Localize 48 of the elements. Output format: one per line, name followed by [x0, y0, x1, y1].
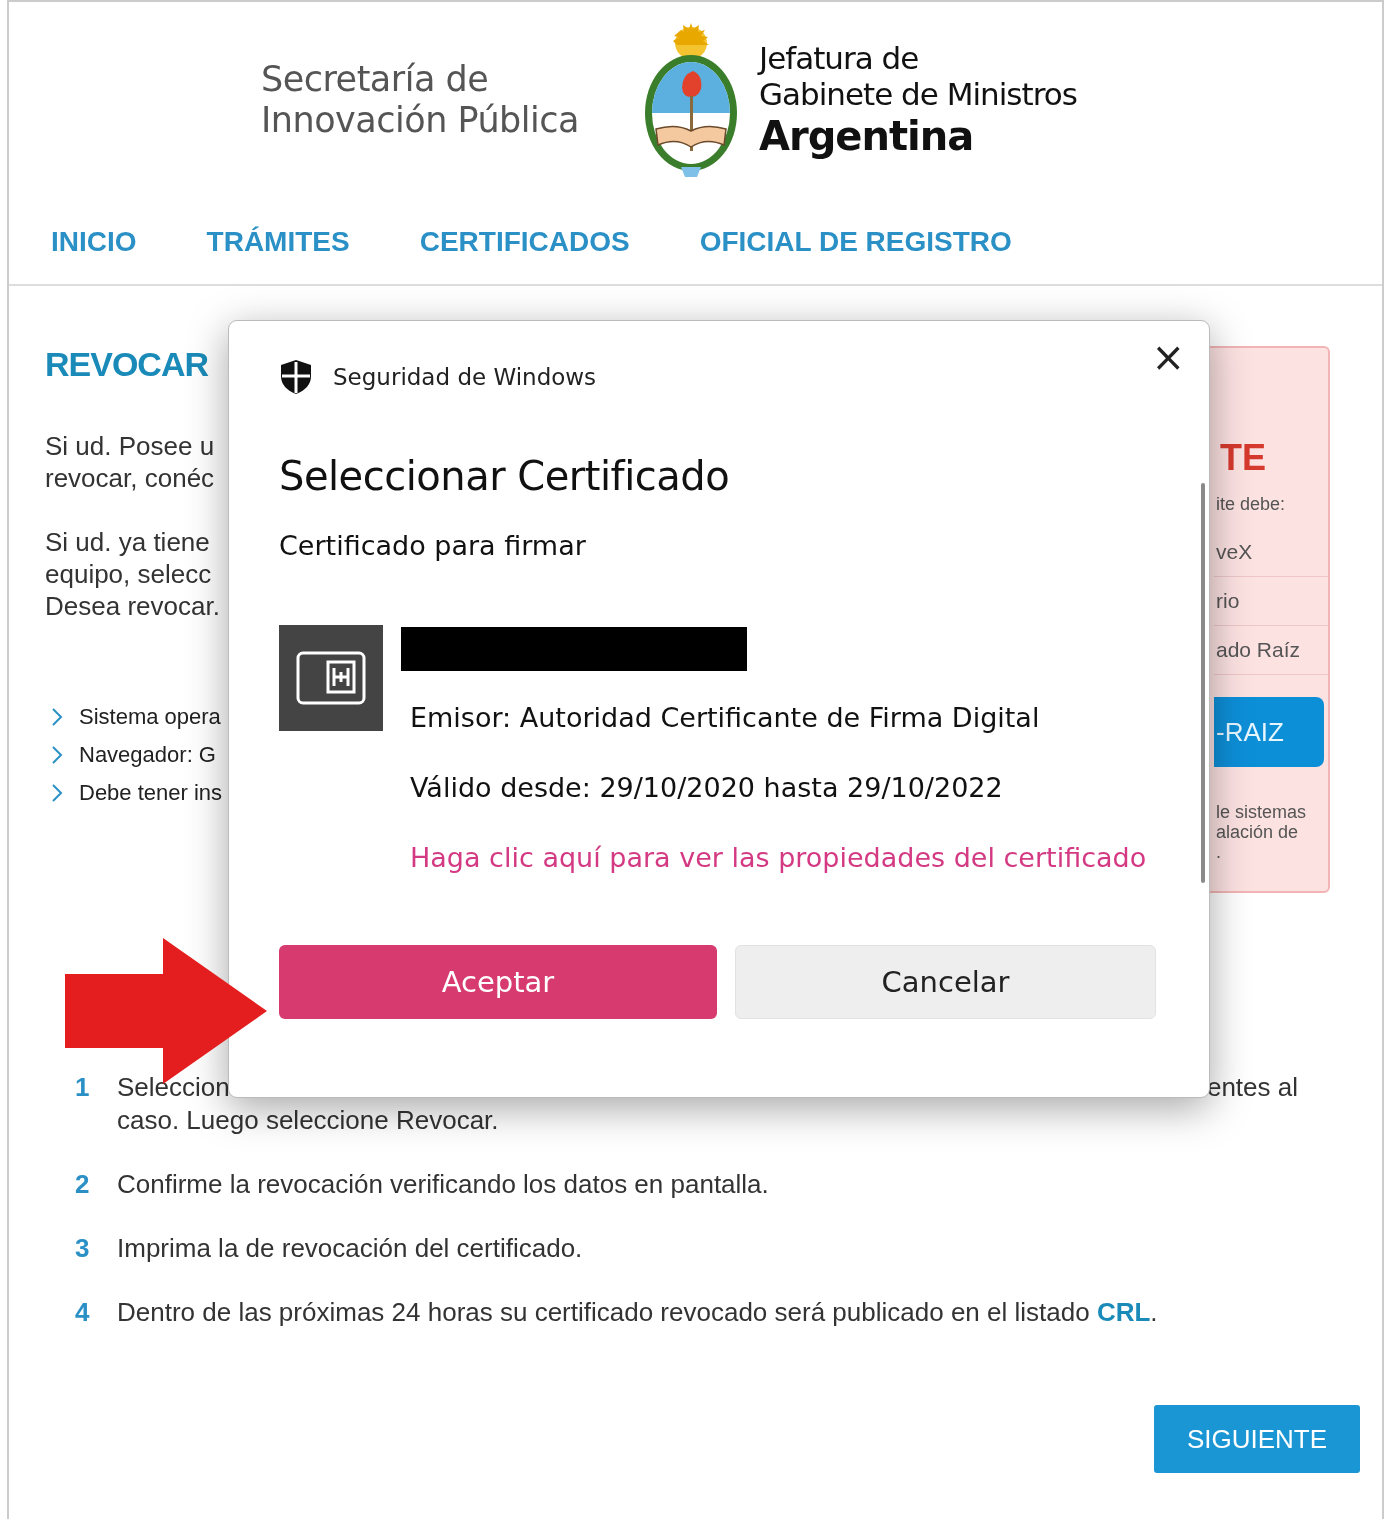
download-button[interactable]: -RAIZ: [1214, 697, 1324, 767]
requirement-item: ado Raíz: [1214, 626, 1328, 675]
step-number: 3: [75, 1232, 91, 1265]
properties-link[interactable]: Haga clic aquí para ver las propiedades del certificado: [410, 841, 1147, 875]
shield-icon: [279, 359, 313, 395]
crl-link[interactable]: CRL: [1096, 1297, 1151, 1327]
panel-text: ite debe:: [1215, 494, 1287, 516]
step-number: 4: [75, 1296, 91, 1329]
certificate-issuer: Emisor: Autoridad Certificante de Firma Digital: [410, 701, 1041, 735]
certificate-icon: [296, 651, 366, 705]
panel-note: le sistemas alación de .: [1215, 802, 1308, 862]
paragraph: Si ud. Posee u revocar, conéc: [45, 430, 216, 494]
logo-text: Secretaría de Innovación Pública: [261, 59, 580, 141]
step-number: 2: [75, 1168, 91, 1201]
nav-link[interactable]: TRÁMITES: [206, 226, 350, 258]
step-text: Dentro de las próximas 24 horas su certificado revocado será publicado en el listado CRL.: [117, 1296, 1159, 1329]
step-text: caso. Luego seleccione Revocar.: [117, 1104, 500, 1137]
chevron-icon: [51, 707, 63, 727]
requirement-item: veX: [1214, 528, 1328, 577]
close-button[interactable]: ×: [1145, 337, 1191, 377]
requirement-item: rio: [1214, 577, 1328, 626]
cancel-button[interactable]: Cancelar: [735, 945, 1156, 1019]
chevron-icon: [51, 745, 63, 765]
dialog-title: Seleccionar Certificado: [279, 452, 731, 501]
dialog-app-title: Seguridad de Windows: [333, 364, 597, 390]
page-title: REVOCAR: [45, 344, 210, 384]
nav-link[interactable]: INICIO: [51, 226, 137, 258]
logo-text: Argentina: [759, 112, 975, 160]
step-text: Confirme la revocación verificando los datos en pantalla.: [117, 1168, 770, 1201]
requirement-text: Navegador: G: [79, 742, 216, 768]
step-text: entes al: [1206, 1071, 1298, 1104]
next-button[interactable]: SIGUIENTE: [1154, 1405, 1360, 1473]
step-text: Seleccion: [117, 1071, 230, 1104]
requirement-text: Debe tener ins: [79, 780, 223, 806]
nav-link[interactable]: CERTIFICADOS: [419, 226, 630, 258]
logo-text: Gabinete de Ministros: [759, 76, 1077, 112]
logo-text: Jefatura de: [759, 40, 920, 76]
requirement-text: Sistema opera: [79, 704, 221, 730]
accept-button[interactable]: Aceptar: [279, 945, 717, 1019]
certificate-validity: Válido desde: 29/10/2020 hasta 29/10/2022: [410, 771, 1004, 805]
paragraph: Si ud. ya tiene equipo, selecc Desea revocar.: [45, 526, 221, 622]
step-text: Imprima la de revocación del certificado.: [117, 1232, 584, 1265]
panel-title: TE: [1219, 436, 1267, 480]
chevron-icon: [51, 783, 63, 803]
nav-link[interactable]: OFICIAL DE REGISTRO: [699, 226, 1012, 258]
dialog-subtitle: Certificado para firmar: [279, 529, 587, 563]
step-number: 1: [75, 1071, 91, 1104]
certificate-item[interactable]: Emisor: Autoridad Certificante de Firma Digital Válido desde: 29/10/2020 hasta 29/10/2022 Haga clic aquí para ver las propiedades del certificado: [279, 625, 1209, 875]
